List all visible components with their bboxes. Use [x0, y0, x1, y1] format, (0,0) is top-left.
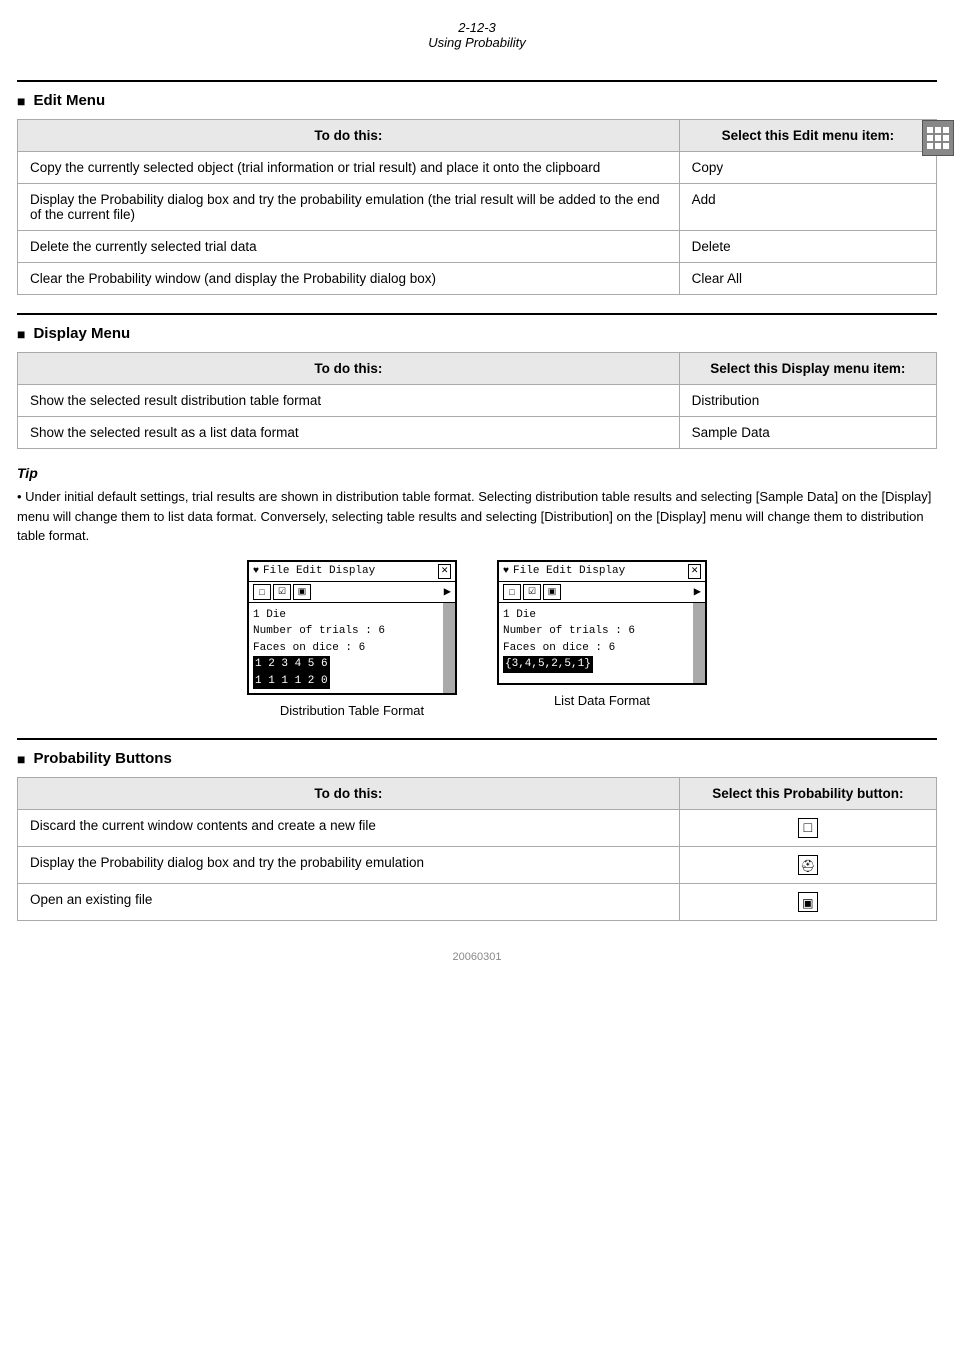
calc-line-3-right: Faces on dice : 6 [503, 640, 689, 657]
edit-select-cell-1: Add [679, 184, 936, 231]
display-col2-header: Select this Display menu item: [679, 353, 936, 385]
display-action-cell-1: Show the selected result as a list data … [18, 417, 680, 449]
calc-tool-new-left: □ [253, 584, 271, 600]
footer-watermark: 20060301 [453, 951, 502, 963]
calc-tool-new-right: □ [503, 584, 521, 600]
edit-menu-table: To do this: Select this Edit menu item: … [17, 119, 937, 295]
display-menu-separator [17, 313, 937, 315]
edit-menu-title: Edit Menu [17, 92, 937, 109]
calc-content-left: 1 Die Number of trials : 6 Faces on dice… [249, 603, 455, 694]
display-select-cell-1: Sample Data [679, 417, 936, 449]
display-menu-row: Show the selected result distribution ta… [18, 385, 937, 417]
tip-list-item: Under initial default settings, trial re… [17, 487, 937, 546]
calc-title-icon-left: ♥ [253, 566, 259, 577]
prob-action-cell-0: Discard the current window contents and … [18, 810, 680, 847]
edit-action-cell-0: Copy the currently selected object (tria… [18, 152, 680, 184]
screenshot-caption-left: Distribution Table Format [280, 703, 424, 718]
tip-title: Tip [17, 465, 937, 481]
display-menu-table: To do this: Select this Display menu ite… [17, 352, 937, 449]
calc-line-1-right: 1 Die [503, 607, 689, 624]
edit-select-cell-2: Delete [679, 231, 936, 263]
display-menu-title: Display Menu [17, 325, 937, 342]
screenshot-left: ♥ File Edit Display ✕ □ ☑ ▣ ▶ 1 Die Numb… [247, 560, 457, 719]
prob-col1-header: To do this: [18, 778, 680, 810]
edit-menu-row: Copy the currently selected object (tria… [18, 152, 937, 184]
calc-tool-save-right: ▣ [543, 584, 561, 600]
grid-icon [927, 127, 949, 149]
calc-toolbar-arrow-left: ▶ [444, 584, 451, 599]
prob-button-row: Display the Probability dialog box and t… [18, 847, 937, 884]
page-number: 2-12-3 [17, 20, 937, 35]
prob-buttons-table: To do this: Select this Probability butt… [17, 777, 937, 921]
prob-button-row: Discard the current window contents and … [18, 810, 937, 847]
edit-select-cell-3: Clear All [679, 263, 936, 295]
calc-line-1-left: 1 Die [253, 607, 439, 624]
screenshots-row: ♥ File Edit Display ✕ □ ☑ ▣ ▶ 1 Die Numb… [17, 560, 937, 719]
calc-tool-edit-left: ☑ [273, 584, 291, 600]
screenshot-caption-right: List Data Format [554, 693, 650, 708]
prob-action-cell-2: Open an existing file [18, 884, 680, 921]
prob-icon-cell-1: ⛑ [679, 847, 936, 884]
display-select-cell-0: Distribution [679, 385, 936, 417]
edit-col1-header: To do this: [18, 120, 680, 152]
edit-menu-row: Clear the Probability window (and displa… [18, 263, 937, 295]
calc-toolbar-right: □ ☑ ▣ ▶ [499, 582, 705, 603]
page-container: 2-12-3 Using Probability Edit Menu To do… [17, 0, 937, 983]
prob-icon-cell-0: □ [679, 810, 936, 847]
calc-titlebar-left-side: ♥ File Edit Display [253, 565, 375, 577]
prob-col2-header: Select this Probability button: [679, 778, 936, 810]
calc-tool-edit-right: ☑ [523, 584, 541, 600]
page-subtitle: Using Probability [17, 35, 937, 50]
prob-buttons-title: Probability Buttons [17, 750, 937, 767]
prob-buttons-separator [17, 738, 937, 740]
calc-line-2-left: Number of trials : 6 [253, 623, 439, 640]
calc-line-5-left: 1 1 1 1 2 0 [253, 673, 439, 690]
calc-title-text-left: File Edit Display [263, 565, 375, 577]
calc-toolbar-left: □ ☑ ▣ ▶ [249, 582, 455, 603]
calc-window-left: ♥ File Edit Display ✕ □ ☑ ▣ ▶ 1 Die Numb… [247, 560, 457, 696]
prob-button-row: Open an existing file ▣ [18, 884, 937, 921]
edit-action-cell-3: Clear the Probability window (and displa… [18, 263, 680, 295]
tip-text: Under initial default settings, trial re… [17, 487, 937, 546]
edit-action-cell-2: Delete the currently selected trial data [18, 231, 680, 263]
display-action-cell-0: Show the selected result distribution ta… [18, 385, 680, 417]
calc-line-4-left: 1 2 3 4 5 6 [253, 656, 439, 673]
calc-line-4-right: {3,4,5,2,5,1} [503, 656, 689, 673]
calc-close-right: ✕ [688, 564, 701, 579]
calc-tool-save-left: ▣ [293, 584, 311, 600]
calc-line-2-right: Number of trials : 6 [503, 623, 689, 640]
calc-line-3-left: Faces on dice : 6 [253, 640, 439, 657]
tip-section: Tip Under initial default settings, tria… [17, 465, 937, 546]
edit-menu-row: Delete the currently selected trial data… [18, 231, 937, 263]
calc-content-right: 1 Die Number of trials : 6 Faces on dice… [499, 603, 705, 683]
calc-highlighted2-left: 1 1 1 1 2 0 [253, 673, 330, 690]
calc-window-right: ♥ File Edit Display ✕ □ ☑ ▣ ▶ 1 Die Numb… [497, 560, 707, 685]
page-footer: 20060301 [17, 951, 937, 963]
edit-action-cell-1: Display the Probability dialog box and t… [18, 184, 680, 231]
calc-title-icon-right: ♥ [503, 566, 509, 577]
display-menu-row: Show the selected result as a list data … [18, 417, 937, 449]
calc-highlighted-right: {3,4,5,2,5,1} [503, 656, 593, 673]
edit-menu-separator [17, 80, 937, 82]
calc-highlighted-left: 1 2 3 4 5 6 [253, 656, 330, 673]
edit-menu-row: Display the Probability dialog box and t… [18, 184, 937, 231]
calc-titlebar-right: ♥ File Edit Display ✕ [499, 562, 705, 582]
page-header: 2-12-3 Using Probability [17, 20, 937, 50]
screenshot-right: ♥ File Edit Display ✕ □ ☑ ▣ ▶ 1 Die Numb… [497, 560, 707, 719]
calc-titlebar-left: ♥ File Edit Display ✕ [249, 562, 455, 582]
display-col1-header: To do this: [18, 353, 680, 385]
edit-select-cell-0: Copy [679, 152, 936, 184]
calc-toolbar-arrow-right: ▶ [694, 584, 701, 599]
calc-titlebar-right-side: ♥ File Edit Display [503, 565, 625, 577]
edit-col2-header: Select this Edit menu item: [679, 120, 936, 152]
prob-action-cell-1: Display the Probability dialog box and t… [18, 847, 680, 884]
calc-close-left: ✕ [438, 564, 451, 579]
calc-title-text-right: File Edit Display [513, 565, 625, 577]
sidebar-tab [922, 120, 954, 156]
prob-icon-cell-2: ▣ [679, 884, 936, 921]
